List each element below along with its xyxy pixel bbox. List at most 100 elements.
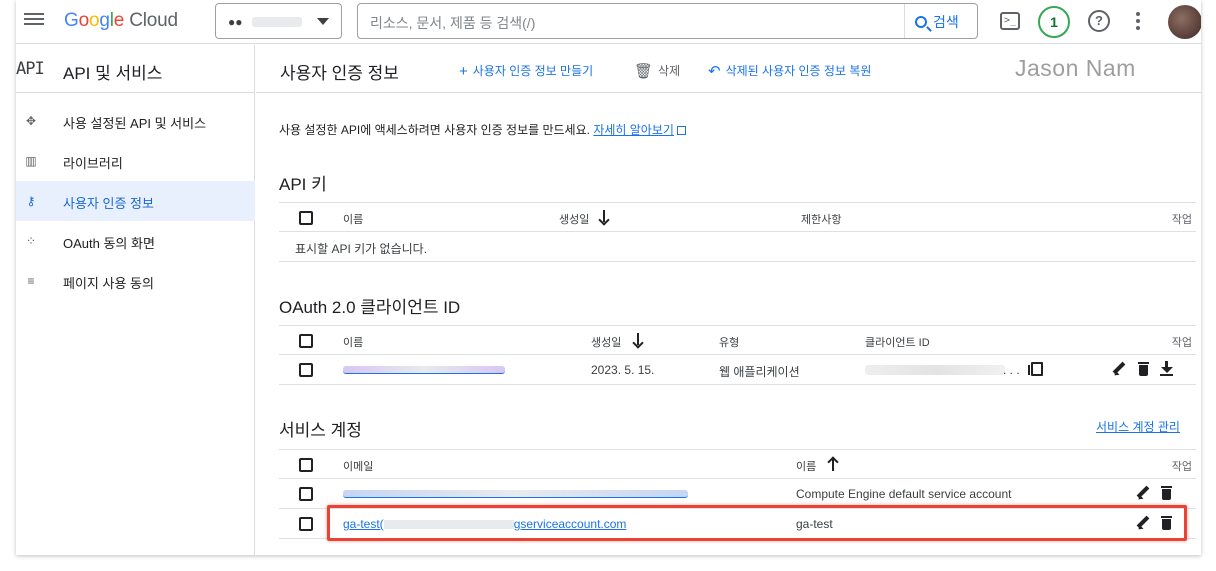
more-options-icon[interactable] (1136, 12, 1142, 38)
sidebar-header: API API 및 서비스 (16, 45, 255, 93)
table-header: 이름 생성일 제한사항 작업 (279, 202, 1196, 232)
service-account-email-link[interactable] (343, 490, 688, 498)
select-all-checkbox[interactable] (299, 211, 313, 225)
table-header: 이메일 이름 작업 (279, 449, 1196, 479)
delete-button[interactable]: 🗑 삭제 (634, 62, 680, 80)
table-header: 이름 생성일 유형 클라이언트 ID 작업 (279, 325, 1196, 355)
page-title: 사용자 인증 정보 (280, 64, 399, 83)
column-actions: 작업 (1171, 461, 1192, 473)
api-keys-table: 이름 생성일 제한사항 작업 표시할 API 키가 없습니다. (279, 202, 1196, 262)
sidebar-item-label: 사용자 인증 정보 (63, 196, 154, 211)
sidebar-item-label: 라이브러리 (63, 156, 123, 171)
console-window: Google Cloud ●● 리소스, 문서, 제품 등 검색(/) 검색 >… (16, 0, 1201, 555)
notifications-badge[interactable]: 1 (1038, 6, 1070, 38)
project-icon: ●● (228, 15, 243, 29)
enabled-apis-icon: ✥ (25, 114, 37, 128)
delete-label: 삭제 (658, 64, 681, 78)
download-icon[interactable] (1159, 361, 1175, 377)
project-selector[interactable]: ●● (215, 3, 342, 39)
sort-asc-icon[interactable] (827, 456, 839, 472)
sidebar-item-oauth-consent[interactable]: ⁘ OAuth 동의 화면 (16, 221, 255, 261)
sidebar-item-credentials[interactable]: ⚷ 사용자 인증 정보 (16, 181, 255, 221)
column-name[interactable]: 이름 (343, 334, 363, 350)
table-row: 2023. 5. 15. 웹 애플리케이션 . . . (279, 355, 1196, 385)
watermark: Jason Nam (1015, 55, 1136, 81)
library-icon: ▥ (25, 154, 37, 168)
column-client-id: 클라이언트 ID (865, 337, 930, 349)
intro-text: 사용 설정한 API에 액세스하려면 사용자 인증 정보를 만드세요. 자세히 … (279, 121, 686, 138)
sort-desc-icon[interactable] (632, 332, 644, 348)
edit-icon[interactable] (1111, 361, 1127, 377)
client-id-ellipsis: . . . (1003, 363, 1020, 377)
restore-deleted-button[interactable]: ↶ 삭제된 사용자 인증 정보 복원 (708, 62, 871, 80)
api-keys-title: API 키 (279, 175, 327, 194)
sort-desc-icon[interactable] (598, 209, 610, 225)
column-created[interactable]: 생성일 (559, 211, 589, 227)
sidebar-item-page-usage[interactable]: ≡ 페이지 사용 동의 (16, 261, 255, 301)
search-input[interactable]: 리소스, 문서, 제품 등 검색(/) (370, 13, 535, 33)
column-name[interactable]: 이름 (796, 458, 816, 474)
avatar[interactable] (1168, 5, 1201, 39)
service-account-name: Compute Engine default service account (796, 487, 1012, 501)
select-all-checkbox[interactable] (299, 458, 313, 472)
row-checkbox[interactable] (299, 363, 313, 377)
external-link-icon (676, 126, 686, 135)
undo-icon: ↶ (708, 63, 721, 80)
trash-icon: 🗑 (634, 63, 654, 80)
oauth-consent-icon: ⁘ (25, 234, 37, 248)
select-all-checkbox[interactable] (299, 334, 313, 348)
page-header: 사용자 인증 정보 + 사용자 인증 정보 만들기 🗑 삭제 ↶ 삭제된 사용자 인증… (256, 45, 1201, 93)
created-date: 2023. 5. 15. (591, 363, 655, 377)
create-credentials-label: 사용자 인증 정보 만들기 (472, 64, 594, 78)
menu-icon[interactable] (24, 10, 44, 30)
client-type: 웹 애플리케이션 (719, 365, 800, 379)
cloud-shell-icon[interactable]: >_ (1000, 12, 1020, 30)
project-name-redacted (252, 17, 302, 27)
client-id-redacted (865, 365, 1005, 375)
column-name[interactable]: 이름 (343, 211, 363, 227)
search-icon (915, 16, 927, 28)
highlight-box (327, 505, 1187, 541)
key-icon: ⚷ (26, 194, 36, 208)
search-box[interactable]: 리소스, 문서, 제품 등 검색(/) 검색 (357, 3, 978, 39)
column-restrictions: 제한사항 (801, 214, 842, 226)
sidebar: API API 및 서비스 ✥ 사용 설정된 API 및 서비스 ▥ 라이브러리… (16, 45, 255, 555)
google-cloud-logo[interactable]: Google Cloud (64, 10, 178, 32)
learn-more-link[interactable]: 자세히 알아보기 (593, 123, 674, 137)
create-credentials-button[interactable]: + 사용자 인증 정보 만들기 (459, 62, 593, 80)
sidebar-item-enabled-apis[interactable]: ✥ 사용 설정된 API 및 서비스 (16, 101, 255, 141)
chevron-down-icon (317, 18, 329, 25)
manage-service-accounts-link[interactable]: 서비스 계정 관리 (1096, 418, 1180, 435)
help-icon[interactable]: ? (1088, 10, 1110, 32)
delete-icon[interactable] (1159, 485, 1175, 501)
search-button-label: 검색 (933, 14, 959, 30)
delete-icon[interactable] (1136, 361, 1152, 377)
column-created[interactable]: 생성일 (591, 334, 621, 350)
page-usage-agreement-icon: ≡ (27, 274, 35, 288)
sidebar-item-library[interactable]: ▥ 라이브러리 (16, 141, 255, 181)
plus-icon: + (459, 63, 468, 80)
empty-row: 표시할 API 키가 없습니다. (279, 232, 1196, 262)
api-logo-icon: API (16, 59, 45, 79)
edit-icon[interactable] (1135, 485, 1151, 501)
search-button[interactable]: 검색 (904, 4, 977, 38)
top-bar: Google Cloud ●● 리소스, 문서, 제품 등 검색(/) 검색 >… (16, 0, 1201, 44)
sidebar-item-label: OAuth 동의 화면 (63, 236, 155, 251)
row-checkbox[interactable] (299, 517, 313, 531)
empty-message: 표시할 API 키가 없습니다. (295, 242, 428, 256)
sidebar-item-label: 페이지 사용 동의 (63, 276, 154, 291)
sidebar-title: API 및 서비스 (63, 64, 163, 83)
sidebar-item-label: 사용 설정된 API 및 서비스 (63, 116, 207, 131)
intro-description: 사용 설정한 API에 액세스하려면 사용자 인증 정보를 만드세요. (279, 123, 594, 137)
oauth-title: OAuth 2.0 클라이언트 ID (279, 298, 461, 317)
column-email[interactable]: 이메일 (343, 458, 373, 474)
column-type: 유형 (719, 337, 740, 349)
row-checkbox[interactable] (299, 487, 313, 501)
logo-cloud-text: Cloud (129, 10, 178, 31)
copy-icon[interactable] (1028, 362, 1043, 376)
column-actions: 작업 (1171, 337, 1192, 349)
column-actions: 작업 (1171, 214, 1192, 226)
oauth-client-name-link[interactable] (343, 366, 505, 374)
service-accounts-title: 서비스 계정 (279, 421, 362, 440)
restore-label: 삭제된 사용자 인증 정보 복원 (725, 64, 872, 78)
